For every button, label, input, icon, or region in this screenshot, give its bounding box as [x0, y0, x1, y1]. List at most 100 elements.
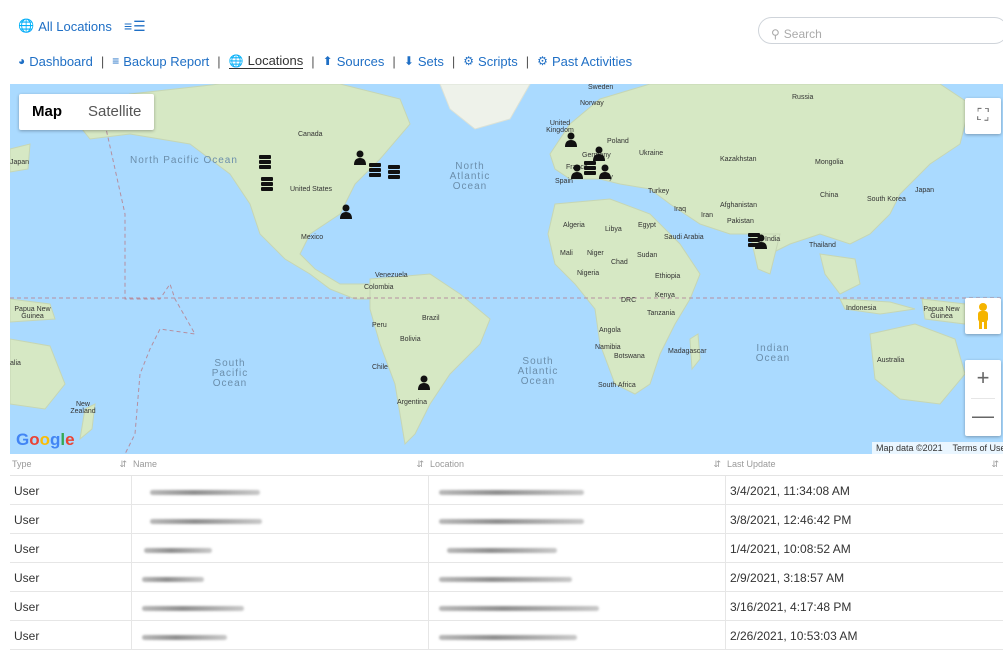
map-type-satellite-button[interactable]: Satellite [75, 94, 154, 130]
nav-separator: | [525, 53, 530, 69]
country-label: Colombia [364, 284, 394, 291]
sort-icon: ⇵ [991, 459, 999, 469]
ocean-label-north-pacific: North Pacific Ocean [130, 155, 238, 166]
country-label: Kenya [655, 292, 675, 299]
column-header-location[interactable]: Location ⇵ [428, 454, 725, 475]
download-icon: ⬇ [403, 54, 414, 68]
cell-location-redacted [428, 592, 725, 620]
country-label: Tanzania [647, 310, 676, 317]
user-marker-icon[interactable] [564, 132, 578, 148]
country-label: Angola [599, 327, 621, 334]
list-icon: ≡ [112, 54, 120, 68]
map-landmasses [10, 84, 1003, 454]
nav-backup-report-label: Backup Report [123, 53, 210, 69]
nav-sets[interactable]: ⬇ Sets [404, 54, 444, 69]
country-label: Nigeria [577, 270, 600, 277]
server-marker-icon[interactable] [368, 162, 382, 178]
search-icon: ⚲ [771, 26, 780, 41]
server-marker-icon[interactable] [260, 176, 274, 192]
column-header-label: Name [133, 459, 158, 469]
column-header-last-update[interactable]: Last Update ⇵ [725, 454, 1003, 475]
user-marker-icon[interactable] [417, 375, 431, 391]
country-label: Botswana [614, 353, 645, 360]
country-label: Namibia [595, 344, 621, 351]
ocean-label-south-pacific: South Pacific Ocean [211, 358, 249, 389]
country-label: Brazil [422, 315, 440, 322]
cell-last-update: 2/9/2021, 3:18:57 AM [725, 563, 1003, 591]
cell-name-redacted [131, 476, 428, 504]
user-marker-icon[interactable] [339, 204, 353, 220]
country-label: Thailand [809, 242, 836, 249]
country-label: Australia [877, 357, 905, 364]
cell-type: User [14, 629, 40, 643]
table-row[interactable]: User 2/26/2021, 10:53:03 AM [10, 621, 1003, 650]
globe-icon: 🌐 [228, 53, 244, 68]
country-label: Chile [372, 364, 388, 371]
server-marker-icon[interactable] [258, 154, 272, 170]
nav-scripts[interactable]: ⚙ Scripts [463, 54, 518, 69]
view-toggle[interactable]: ≡☰ [124, 18, 147, 35]
country-label: Canada [298, 131, 323, 138]
column-header-name[interactable]: Name ⇵ [131, 454, 428, 475]
column-header-label: Location [430, 459, 465, 469]
server-marker-icon[interactable] [387, 164, 401, 180]
main-nav: ◕ Dashboard | ≡ Backup Report | 🌐 Locati… [18, 53, 632, 69]
table-row[interactable]: User 3/4/2021, 11:34:08 AM [10, 476, 1003, 505]
world-map[interactable]: North Pacific Ocean North Atlantic Ocean… [10, 84, 1003, 454]
ocean-label-indian: Indian Ocean [755, 343, 791, 364]
street-view-pegman[interactable] [965, 298, 1001, 334]
all-locations-link[interactable]: 🌐 All Locations [18, 18, 112, 34]
country-label: Poland [607, 138, 629, 145]
server-marker-icon[interactable] [583, 160, 597, 176]
table-header: Type ⇵ Name ⇵ Location ⇵ Last Update ⇵ [10, 454, 1003, 476]
column-header-type[interactable]: Type ⇵ [10, 454, 131, 475]
search-input[interactable]: ⚲ Search [758, 17, 1003, 44]
cell-location-redacted [428, 505, 725, 533]
country-label: Japan [915, 187, 935, 194]
nav-separator: | [217, 53, 221, 69]
table-row[interactable]: User 3/8/2021, 12:46:42 PM [10, 505, 1003, 534]
country-label: Egypt [638, 222, 656, 229]
user-marker-icon[interactable] [592, 146, 606, 162]
country-label: Saudi Arabia [664, 234, 704, 241]
nav-locations[interactable]: 🌐 Locations [228, 53, 304, 69]
list-view-icon[interactable]: ☰ [133, 18, 147, 34]
nav-dashboard[interactable]: ◕ Dashboard [18, 54, 93, 69]
zoom-out-button[interactable]: — [965, 398, 1001, 436]
user-marker-icon[interactable] [598, 164, 612, 180]
pegman-icon [978, 303, 988, 329]
fullscreen-icon: ⛶ [977, 107, 989, 124]
cell-type: User [14, 571, 40, 585]
table-row[interactable]: User 1/4/2021, 10:08:52 AM [10, 534, 1003, 563]
country-label: Sudan [637, 252, 658, 259]
user-marker-icon[interactable] [570, 164, 584, 180]
upload-icon: ⬆ [322, 54, 333, 68]
nav-dashboard-label: Dashboard [29, 53, 93, 69]
cell-location-redacted [428, 621, 725, 649]
nav-backup-report[interactable]: ≡ Backup Report [112, 54, 209, 69]
country-label: Mali [560, 250, 573, 257]
nav-sources[interactable]: ⬆ Sources [323, 54, 385, 69]
country-label: Mexico [301, 234, 324, 241]
country-label: China [820, 192, 839, 199]
table-row[interactable]: User 3/16/2021, 4:17:48 PM [10, 592, 1003, 621]
nav-past-activities[interactable]: ⚙ Past Activities [537, 54, 632, 69]
tree-view-icon[interactable]: ≡ [124, 18, 133, 34]
fullscreen-button[interactable]: ⛶ [965, 98, 1001, 134]
terms-of-use-link[interactable]: Terms of Use [953, 443, 1003, 453]
nav-separator: | [392, 53, 396, 69]
gears-icon: ⚙ [537, 54, 548, 68]
cell-type: User [14, 513, 40, 527]
map-attribution: Map data ©2021 Terms of Use [872, 442, 1003, 454]
country-label: Libya [605, 226, 622, 233]
map-data-credit: Map data ©2021 [876, 443, 943, 453]
zoom-in-button[interactable]: + [965, 360, 1001, 398]
cell-name-redacted [131, 592, 428, 620]
user-marker-icon[interactable] [353, 150, 367, 166]
user-marker-icon[interactable] [754, 234, 768, 250]
map-type-map-button[interactable]: Map [19, 94, 75, 130]
country-label: New Zealand [70, 401, 96, 415]
country-label: Pakistan [727, 218, 754, 225]
nav-separator: | [311, 53, 315, 69]
table-row[interactable]: User 2/9/2021, 3:18:57 AM [10, 563, 1003, 592]
